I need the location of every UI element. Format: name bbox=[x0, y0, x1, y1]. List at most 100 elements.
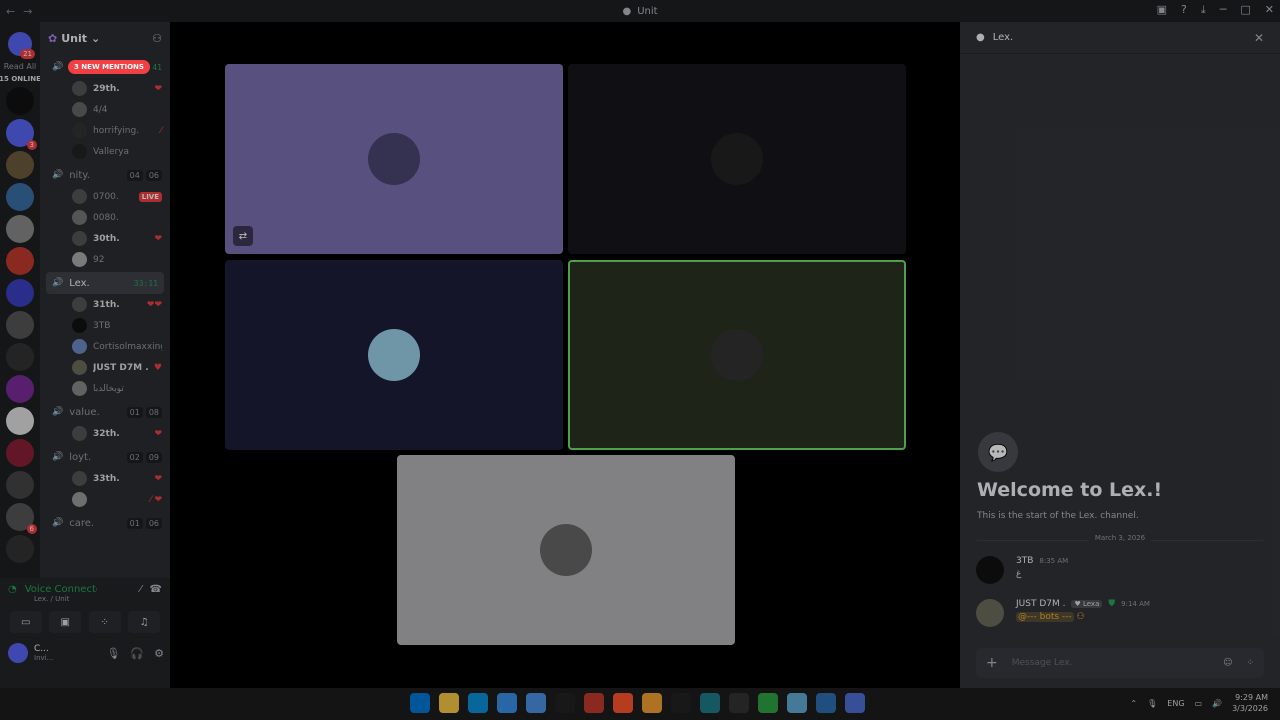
message-author[interactable]: JUST D7M . bbox=[1016, 599, 1065, 609]
camera-button[interactable]: ▭ bbox=[9, 611, 42, 633]
voice-member[interactable]: Cortisolmaxxing bbox=[40, 336, 170, 357]
video-tile-speaking[interactable] bbox=[568, 260, 906, 450]
voice-member[interactable]: horrifying. ⁄ bbox=[40, 120, 170, 141]
taskbar-app-icon[interactable] bbox=[613, 693, 633, 713]
read-all-button[interactable]: Read All bbox=[4, 62, 37, 71]
activities-button[interactable]: ⁘ bbox=[88, 611, 121, 633]
inbox-icon[interactable]: ▣ bbox=[1157, 3, 1167, 17]
server-icon[interactable] bbox=[6, 247, 34, 275]
mention[interactable]: @--- bots --- bbox=[1016, 612, 1074, 622]
username[interactable]: C... bbox=[34, 644, 53, 654]
server-icon[interactable] bbox=[6, 407, 34, 435]
server-icon[interactable] bbox=[6, 183, 34, 211]
voice-member[interactable]: 30th. ❤ bbox=[40, 228, 170, 249]
voice-member[interactable]: 4/4 bbox=[40, 99, 170, 120]
voice-channel[interactable]: 🔊 Lex. 33:11 bbox=[46, 272, 164, 294]
apps-icon[interactable]: ⁘ bbox=[1246, 658, 1254, 668]
voice-channel[interactable]: 🔊 value. 01 08 bbox=[40, 401, 170, 423]
voice-member[interactable]: 33th. ❤ bbox=[40, 468, 170, 489]
video-tile[interactable] bbox=[397, 455, 735, 645]
minimize-button[interactable]: ─ bbox=[1220, 3, 1227, 17]
taskbar-app-icon[interactable] bbox=[410, 693, 430, 713]
server-icon[interactable]: 6 bbox=[6, 503, 37, 534]
video-tile[interactable] bbox=[568, 64, 906, 254]
volume-icon[interactable]: 🔊 bbox=[1212, 699, 1222, 708]
video-tile[interactable]: ⇄ bbox=[225, 64, 563, 254]
voice-channel-path[interactable]: Lex. / Unit bbox=[0, 595, 170, 603]
chevron-up-icon[interactable]: ⌃ bbox=[1130, 699, 1137, 708]
emoji-icon[interactable]: ☺ bbox=[1223, 658, 1232, 668]
server-icon[interactable] bbox=[6, 311, 34, 339]
avatar[interactable] bbox=[976, 556, 1004, 584]
server-icon[interactable] bbox=[6, 375, 34, 403]
headphones-icon[interactable]: 🎧 bbox=[130, 647, 144, 660]
voice-channel[interactable]: 🔊 nity. 04 06 bbox=[40, 164, 170, 186]
server-icon[interactable] bbox=[6, 343, 34, 371]
taskbar-app-icon[interactable] bbox=[497, 693, 517, 713]
taskbar-app-icon[interactable] bbox=[642, 693, 662, 713]
download-icon[interactable]: ⤓ bbox=[1201, 3, 1206, 17]
language-indicator[interactable]: ENG bbox=[1167, 699, 1184, 708]
microphone-icon[interactable]: 🎙 bbox=[106, 647, 120, 660]
server-icon[interactable] bbox=[6, 87, 34, 115]
taskbar-app-icon[interactable] bbox=[584, 693, 604, 713]
disconnect-icon[interactable]: ☎ bbox=[150, 584, 162, 595]
message[interactable]: JUST D7M . ♥ Lexa ⛊ 9:14 AM @--- bots --- ⚇ bbox=[976, 599, 1150, 627]
server-icon[interactable] bbox=[6, 439, 34, 467]
taskbar-app-icon[interactable] bbox=[526, 693, 546, 713]
voice-member[interactable]: 3TB bbox=[40, 315, 170, 336]
voice-member[interactable]: 32th. ❤ bbox=[40, 423, 170, 444]
close-button[interactable]: ✕ bbox=[1265, 3, 1274, 17]
server-icon[interactable] bbox=[6, 151, 34, 179]
voice-member[interactable]: ⁄ ❤ bbox=[40, 489, 170, 510]
maximize-button[interactable]: □ bbox=[1240, 3, 1250, 17]
taskbar-app-icon[interactable] bbox=[845, 693, 865, 713]
video-tile[interactable] bbox=[225, 260, 563, 450]
server-icon[interactable] bbox=[6, 471, 34, 499]
server-icon[interactable]: 3 bbox=[6, 119, 37, 150]
voice-member[interactable]: 0700. LIVE bbox=[40, 186, 170, 207]
taskbar-app-icon[interactable] bbox=[758, 693, 778, 713]
server-icon[interactable] bbox=[6, 279, 34, 307]
microphone-icon[interactable]: 🎙 bbox=[1147, 699, 1157, 708]
taskbar-app-icon[interactable] bbox=[816, 693, 836, 713]
message-author[interactable]: 3TB bbox=[1016, 556, 1033, 566]
clock[interactable]: 9:29 AM 3/3/2026 bbox=[1232, 692, 1268, 714]
message-composer[interactable]: + Message Lex. ☺ ⁘ bbox=[976, 648, 1264, 678]
taskbar-app-icon[interactable] bbox=[468, 693, 488, 713]
voice-channel[interactable]: 🔊 loyt. 02 09 bbox=[40, 446, 170, 468]
new-mentions-badge[interactable]: 3 NEW MENTIONS bbox=[68, 60, 150, 74]
voice-member[interactable]: توبخالدبا bbox=[40, 378, 170, 399]
voice-member[interactable]: 29th. ❤ bbox=[40, 78, 170, 99]
direct-messages-icon[interactable]: 21 bbox=[8, 32, 35, 59]
noise-suppression-icon[interactable]: ⁄ bbox=[140, 584, 142, 595]
taskbar-app-icon[interactable] bbox=[729, 693, 749, 713]
help-icon[interactable]: ? bbox=[1181, 3, 1187, 17]
taskbar-app-icon[interactable] bbox=[439, 693, 459, 713]
server-icon[interactable] bbox=[6, 535, 34, 563]
taskbar-app-icon[interactable] bbox=[787, 693, 807, 713]
server-icon[interactable] bbox=[6, 215, 34, 243]
popout-icon[interactable]: ⇄ bbox=[233, 226, 253, 246]
voice-channel[interactable]: 🔊 care. 01 06 bbox=[40, 512, 170, 534]
taskbar-app-icon[interactable] bbox=[671, 693, 691, 713]
network-icon[interactable]: ▭ bbox=[1195, 699, 1203, 708]
settings-gear-icon[interactable]: ⚙ bbox=[154, 647, 164, 660]
voice-member[interactable]: Vallerya bbox=[40, 141, 170, 162]
add-member-icon[interactable]: ⚇ bbox=[152, 32, 162, 45]
voice-member[interactable]: 0080. bbox=[40, 207, 170, 228]
voice-member[interactable]: 92 bbox=[40, 249, 170, 270]
voice-member[interactable]: 31th. ❤❤ bbox=[40, 294, 170, 315]
avatar[interactable] bbox=[8, 643, 28, 663]
avatar[interactable] bbox=[976, 599, 1004, 627]
taskbar-app-icon[interactable] bbox=[555, 693, 575, 713]
voice-member[interactable]: JUST D7M . ♥ bbox=[40, 357, 170, 378]
message-input[interactable]: Message Lex. bbox=[1012, 658, 1073, 668]
screen-share-button[interactable]: ▣ bbox=[49, 611, 82, 633]
voice-status[interactable]: Voice Connected bbox=[25, 584, 97, 595]
close-icon[interactable]: ✕ bbox=[1254, 31, 1264, 45]
plus-icon[interactable]: + bbox=[986, 655, 998, 671]
taskbar-app-icon[interactable] bbox=[700, 693, 720, 713]
message[interactable]: 3TB 8:35 AM غ bbox=[976, 556, 1068, 584]
server-header[interactable]: ✿ Unit ⌄ ⚇ bbox=[40, 22, 170, 54]
